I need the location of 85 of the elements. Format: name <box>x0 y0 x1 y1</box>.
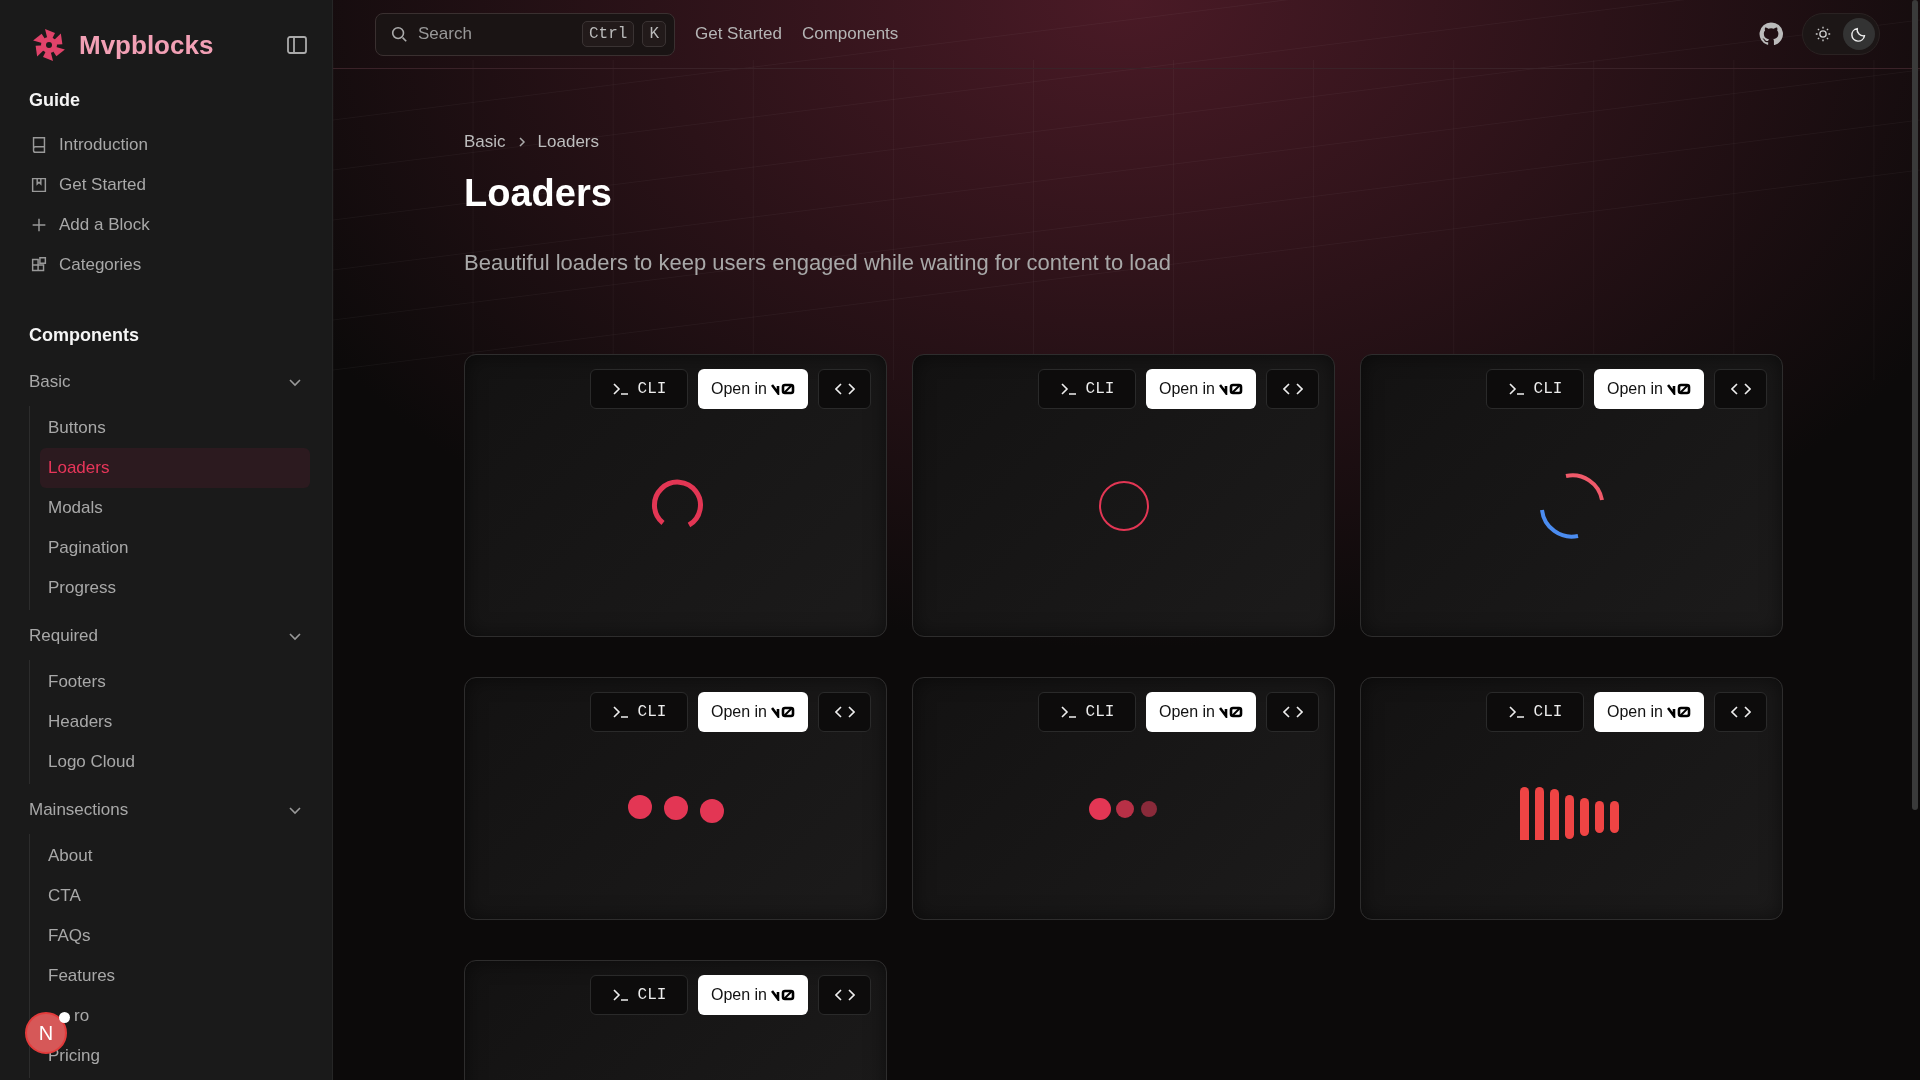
terminal-icon <box>611 988 630 1002</box>
search-bar[interactable]: Search Ctrl K <box>375 12 675 56</box>
breadcrumb-link[interactable]: Loaders <box>537 132 599 152</box>
open-in-v0-button[interactable]: Open in <box>1594 369 1704 409</box>
shortcut-key: Ctrl <box>582 21 635 47</box>
scrollbar[interactable] <box>1912 0 1918 810</box>
code-button[interactable] <box>818 975 871 1015</box>
code-button[interactable] <box>1714 692 1767 732</box>
nav-item[interactable]: Headers <box>40 702 310 742</box>
v0-logo-icon <box>771 989 795 1001</box>
cli-button[interactable]: CLI <box>590 369 688 409</box>
status-dot <box>59 1012 70 1023</box>
nav-item[interactable]: Buttons <box>40 408 310 448</box>
open-in-v0-button[interactable]: Open in <box>698 692 808 732</box>
nav-item[interactable]: Features <box>40 956 310 996</box>
group-header[interactable]: Required <box>29 614 310 658</box>
code-icon <box>1282 382 1303 396</box>
code-icon <box>1730 705 1751 719</box>
open-in-v0-button[interactable]: Open in <box>1146 692 1256 732</box>
bookmark-icon <box>29 175 49 195</box>
section-title: Components <box>29 325 140 346</box>
ring-icon <box>1096 478 1151 533</box>
nav-link[interactable]: Categories <box>29 245 310 285</box>
nav-item[interactable]: ro <box>70 996 94 1036</box>
dots-icon <box>1087 796 1160 821</box>
page-title: Loaders <box>464 172 613 215</box>
code-button[interactable] <box>1266 692 1319 732</box>
cli-button[interactable]: CLI <box>1038 692 1136 732</box>
cli-button[interactable]: CLI <box>590 975 688 1015</box>
code-icon <box>1730 382 1751 396</box>
open-in-v0-button[interactable]: Open in <box>698 369 808 409</box>
code-button[interactable] <box>1266 369 1319 409</box>
nav-link[interactable]: Introduction <box>29 125 310 165</box>
terminal-icon <box>1059 382 1078 396</box>
nav-item[interactable]: FAQs <box>40 916 310 956</box>
cli-button[interactable]: CLI <box>1486 692 1584 732</box>
search-field[interactable]: Search <box>416 23 574 45</box>
nav-item[interactable]: Progress <box>40 568 310 608</box>
v0-logo-icon <box>1667 706 1691 718</box>
terminal-icon <box>1059 705 1078 719</box>
code-icon <box>1282 705 1303 719</box>
nav-item[interactable]: Loaders <box>40 448 310 488</box>
search-icon <box>390 25 408 43</box>
cli-button[interactable]: CLI <box>1038 369 1136 409</box>
cli-button[interactable]: CLI <box>1486 369 1584 409</box>
group-header[interactable]: Mainsections <box>29 788 310 832</box>
open-in-v0-button[interactable]: Open in <box>1146 369 1256 409</box>
open-in-v0-button[interactable]: Open in <box>698 975 808 1015</box>
code-icon <box>834 988 855 1002</box>
terminal-icon <box>1507 382 1526 396</box>
nav-item[interactable]: CTA <box>40 876 310 916</box>
nav-link[interactable]: Components <box>801 24 899 44</box>
cli-button[interactable]: CLI <box>590 692 688 732</box>
v0-logo-icon <box>771 383 795 395</box>
group-header[interactable]: Basic <box>29 360 310 404</box>
terminal-icon <box>611 382 630 396</box>
brand-name: Mvpblocks <box>79 29 215 61</box>
page-description: Beautiful loaders to keep users engaged while waiting for content to load <box>464 250 1172 276</box>
terminal-icon <box>611 705 630 719</box>
nav-link[interactable]: Get Started <box>695 24 782 44</box>
code-icon <box>834 382 855 396</box>
v0-logo-icon <box>1667 383 1691 395</box>
v0-logo-icon <box>1219 383 1243 395</box>
code-button[interactable] <box>818 369 871 409</box>
breadcrumb-link[interactable]: Basic <box>464 132 506 152</box>
code-icon <box>834 705 855 719</box>
v0-logo-icon <box>771 706 795 718</box>
open-in-v0-button[interactable]: Open in <box>1594 692 1704 732</box>
nav-item[interactable]: About <box>40 836 310 876</box>
nav-item[interactable]: Footers <box>40 662 310 702</box>
nav-link[interactable]: Add a Block <box>29 205 310 245</box>
nav-item[interactable]: Logo Cloud <box>40 742 310 782</box>
moon-icon[interactable] <box>1843 18 1875 50</box>
shortcut-key: K <box>642 21 666 47</box>
nav-item[interactable]: Pagination <box>40 528 310 568</box>
code-button[interactable] <box>1714 369 1767 409</box>
github-icon[interactable] <box>1758 21 1784 47</box>
nav-link[interactable]: Get Started <box>29 165 310 205</box>
section-title: Guide <box>29 90 81 111</box>
v0-logo-icon <box>1219 706 1243 718</box>
dots-icon <box>625 792 726 825</box>
code-button[interactable] <box>818 692 871 732</box>
nav-item[interactable]: Modals <box>40 488 310 528</box>
theme-toggle[interactable] <box>1802 13 1880 55</box>
terminal-icon <box>1507 705 1526 719</box>
